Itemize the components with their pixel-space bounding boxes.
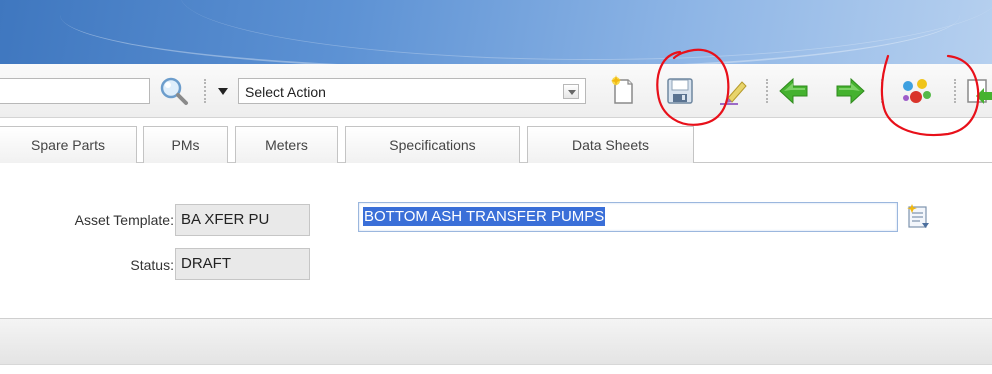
tab-spare-parts[interactable]: Spare Parts — [0, 126, 137, 163]
select-action-value: Select Action — [245, 84, 326, 100]
header-banner — [0, 0, 992, 64]
tab-data-sheets[interactable]: Data Sheets — [527, 126, 694, 163]
search-icon[interactable] — [158, 76, 190, 106]
save-icon[interactable] — [665, 76, 695, 106]
new-record-icon[interactable] — [608, 74, 636, 106]
asset-template-form: Asset Template: BA XFER PU BOTTOM ASH TR… — [0, 163, 992, 318]
previous-arrow-icon[interactable] — [778, 77, 810, 105]
asset-template-field: BA XFER PU — [175, 204, 310, 236]
search-input[interactable] — [0, 78, 150, 104]
tab-meters[interactable]: Meters — [235, 126, 338, 163]
toolbar-separator — [881, 79, 883, 103]
tab-strip: Spare Parts PMs Meters Specifications Da… — [0, 118, 992, 163]
toolbar-separator — [204, 79, 206, 103]
description-input[interactable]: BOTTOM ASH TRANSFER PUMPS — [358, 202, 898, 232]
status-field: DRAFT — [175, 248, 310, 280]
chevron-down-icon[interactable] — [563, 84, 579, 99]
action-menu-arrow-icon[interactable] — [218, 88, 228, 95]
tab-specifications[interactable]: Specifications — [345, 126, 520, 163]
tab-pms[interactable]: PMs — [143, 126, 228, 163]
route-icon[interactable] — [966, 76, 992, 106]
toolbar: Select Action — [0, 64, 992, 118]
toolbar-separator — [766, 79, 768, 103]
toolbar-separator — [954, 79, 956, 103]
next-arrow-icon[interactable] — [834, 77, 866, 105]
select-action-dropdown[interactable]: Select Action — [238, 78, 586, 104]
workflow-icon[interactable] — [898, 76, 934, 106]
section-footer-bar — [0, 318, 992, 365]
clear-icon[interactable] — [718, 76, 750, 106]
description-selected-text: BOTTOM ASH TRANSFER PUMPS — [363, 207, 606, 226]
status-label: Status: — [130, 257, 174, 273]
asset-template-label: Asset Template: — [74, 212, 174, 228]
long-description-icon[interactable] — [906, 201, 932, 231]
